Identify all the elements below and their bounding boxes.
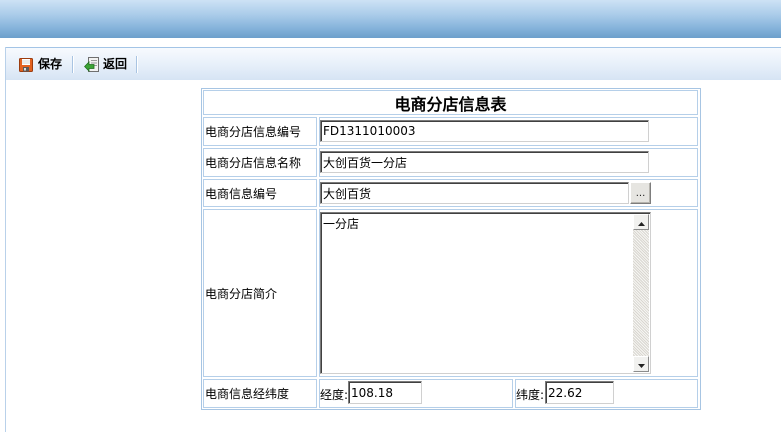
scroll-up-button[interactable] <box>633 214 649 230</box>
save-button[interactable]: 保存 <box>19 56 62 73</box>
form-title: 电商分店信息表 <box>394 94 507 114</box>
shop-no-input[interactable] <box>320 182 629 204</box>
latitude-input[interactable] <box>545 381 614 404</box>
form-title-cell: 电商分店信息表 <box>203 90 698 115</box>
branch-no-label-cell: 电商分店信息编号 <box>203 117 317 146</box>
toolbar-separator <box>136 56 138 73</box>
shop-no-label: 电商信息编号 <box>205 186 278 201</box>
longitude-input[interactable] <box>348 381 422 404</box>
branch-name-label: 电商分店信息名称 <box>205 156 302 170</box>
save-disk-icon <box>19 57 35 73</box>
intro-label-cell: 电商分店简介 <box>203 209 317 377</box>
intro-scrollbar[interactable] <box>633 214 649 372</box>
back-arrow-icon <box>84 56 100 73</box>
coords-label-cell: 电商信息经纬度 <box>203 379 317 408</box>
back-button-label: 返回 <box>103 57 128 71</box>
toolbar: 保存 返回 <box>6 47 781 80</box>
intro-textarea[interactable]: 一分店 <box>320 212 651 374</box>
latitude-label: 纬度: <box>516 388 545 402</box>
arrow-up-icon <box>637 215 645 229</box>
back-button[interactable]: 返回 <box>84 56 127 73</box>
branch-no-input[interactable] <box>320 120 649 142</box>
intro-label: 电商分店简介 <box>205 286 278 301</box>
app-header-bar <box>0 0 781 38</box>
arrow-down-icon <box>637 357 645 371</box>
toolbar-separator <box>72 56 74 73</box>
save-button-label: 保存 <box>38 57 63 71</box>
shop-picker-button[interactable]: ... <box>630 182 651 204</box>
branch-no-label: 电商分店信息编号 <box>205 125 302 139</box>
scroll-down-button[interactable] <box>633 356 649 372</box>
coords-label: 电商信息经纬度 <box>205 387 290 401</box>
branch-name-label-cell: 电商分店信息名称 <box>203 148 317 177</box>
branch-name-input[interactable] <box>320 151 649 173</box>
longitude-label: 经度: <box>320 388 349 402</box>
shop-no-label-cell: 电商信息编号 <box>203 179 317 207</box>
